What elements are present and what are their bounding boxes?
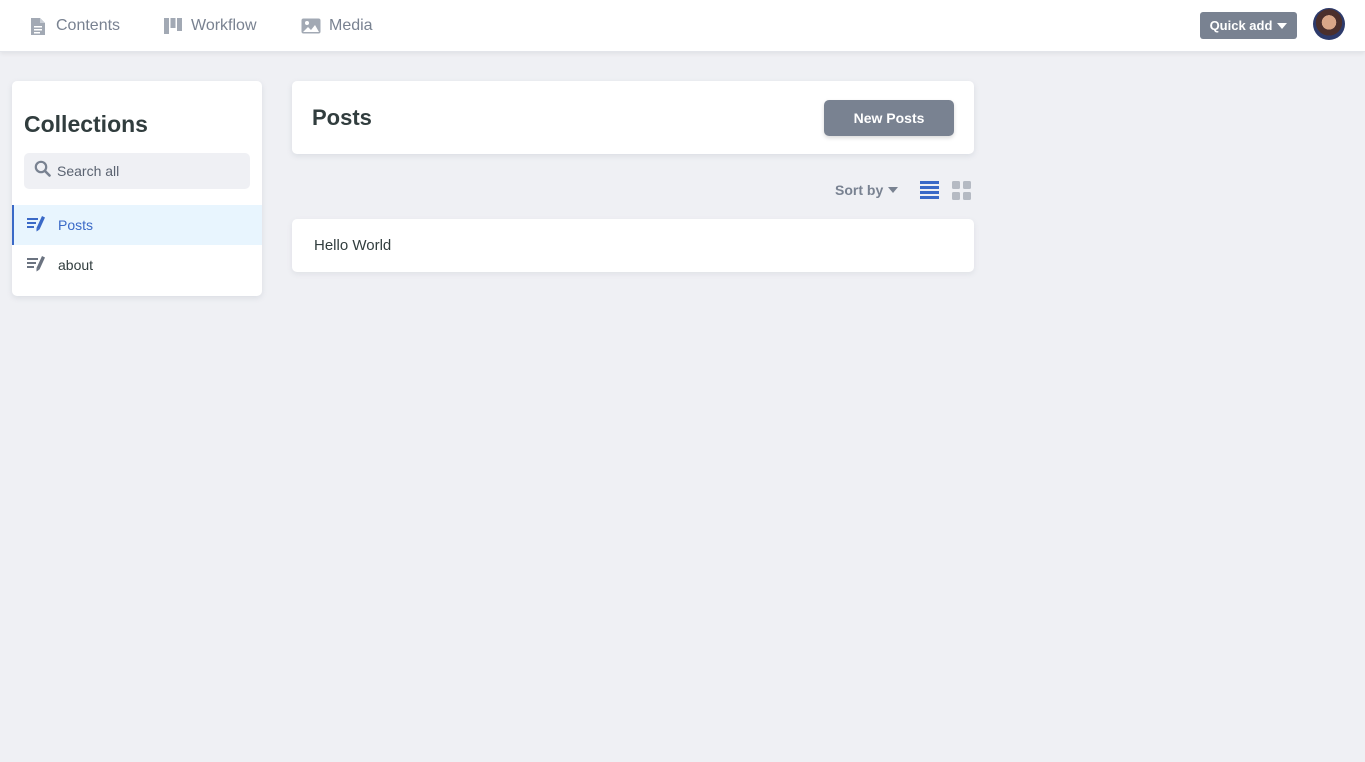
nav-media-label: Media [329,17,373,34]
quick-add-label: Quick add [1209,18,1273,33]
kanban-icon [163,16,183,36]
sort-by-label: Sort by [835,182,884,198]
avatar[interactable] [1313,8,1345,40]
chevron-down-icon [1277,22,1288,29]
sidebar-item-label: about [58,257,94,273]
nav-media[interactable]: Media [301,0,373,52]
sort-by-dropdown[interactable]: Sort by [835,180,899,200]
edit-list-icon [27,255,47,276]
image-icon [301,16,321,36]
chevron-down-icon [888,187,899,193]
grid-view-icon [952,181,971,200]
page-title: Posts [312,105,372,130]
new-posts-button[interactable]: New Posts [824,100,954,136]
quick-add-button[interactable]: Quick add [1200,12,1297,39]
sidebar-item-posts[interactable]: Posts [12,205,262,245]
sidebar-title: Collections [24,111,148,137]
edit-list-icon [27,215,47,236]
list-view-icon [920,181,939,199]
document-icon [28,16,48,36]
search-icon [34,160,51,182]
collections-sidebar: Collections Posts about [12,81,262,296]
search-box[interactable] [24,153,250,189]
nav-workflow-label: Workflow [191,17,257,34]
top-navigation-bar: Contents Workflow Media Quick add [0,0,1365,52]
grid-view-toggle[interactable] [952,180,972,200]
nav-contents-label: Contents [56,17,121,34]
sidebar-item-label: Posts [58,217,94,233]
nav-workflow[interactable]: Workflow [163,0,257,52]
entry-title: Hello World [314,237,392,254]
list-item[interactable]: Hello World [292,219,974,272]
collection-header: Posts New Posts [292,81,974,154]
search-input[interactable] [57,163,237,179]
list-view-toggle[interactable] [920,180,940,200]
nav-contents[interactable]: Contents [28,0,120,52]
sidebar-item-about[interactable]: about [12,245,262,285]
